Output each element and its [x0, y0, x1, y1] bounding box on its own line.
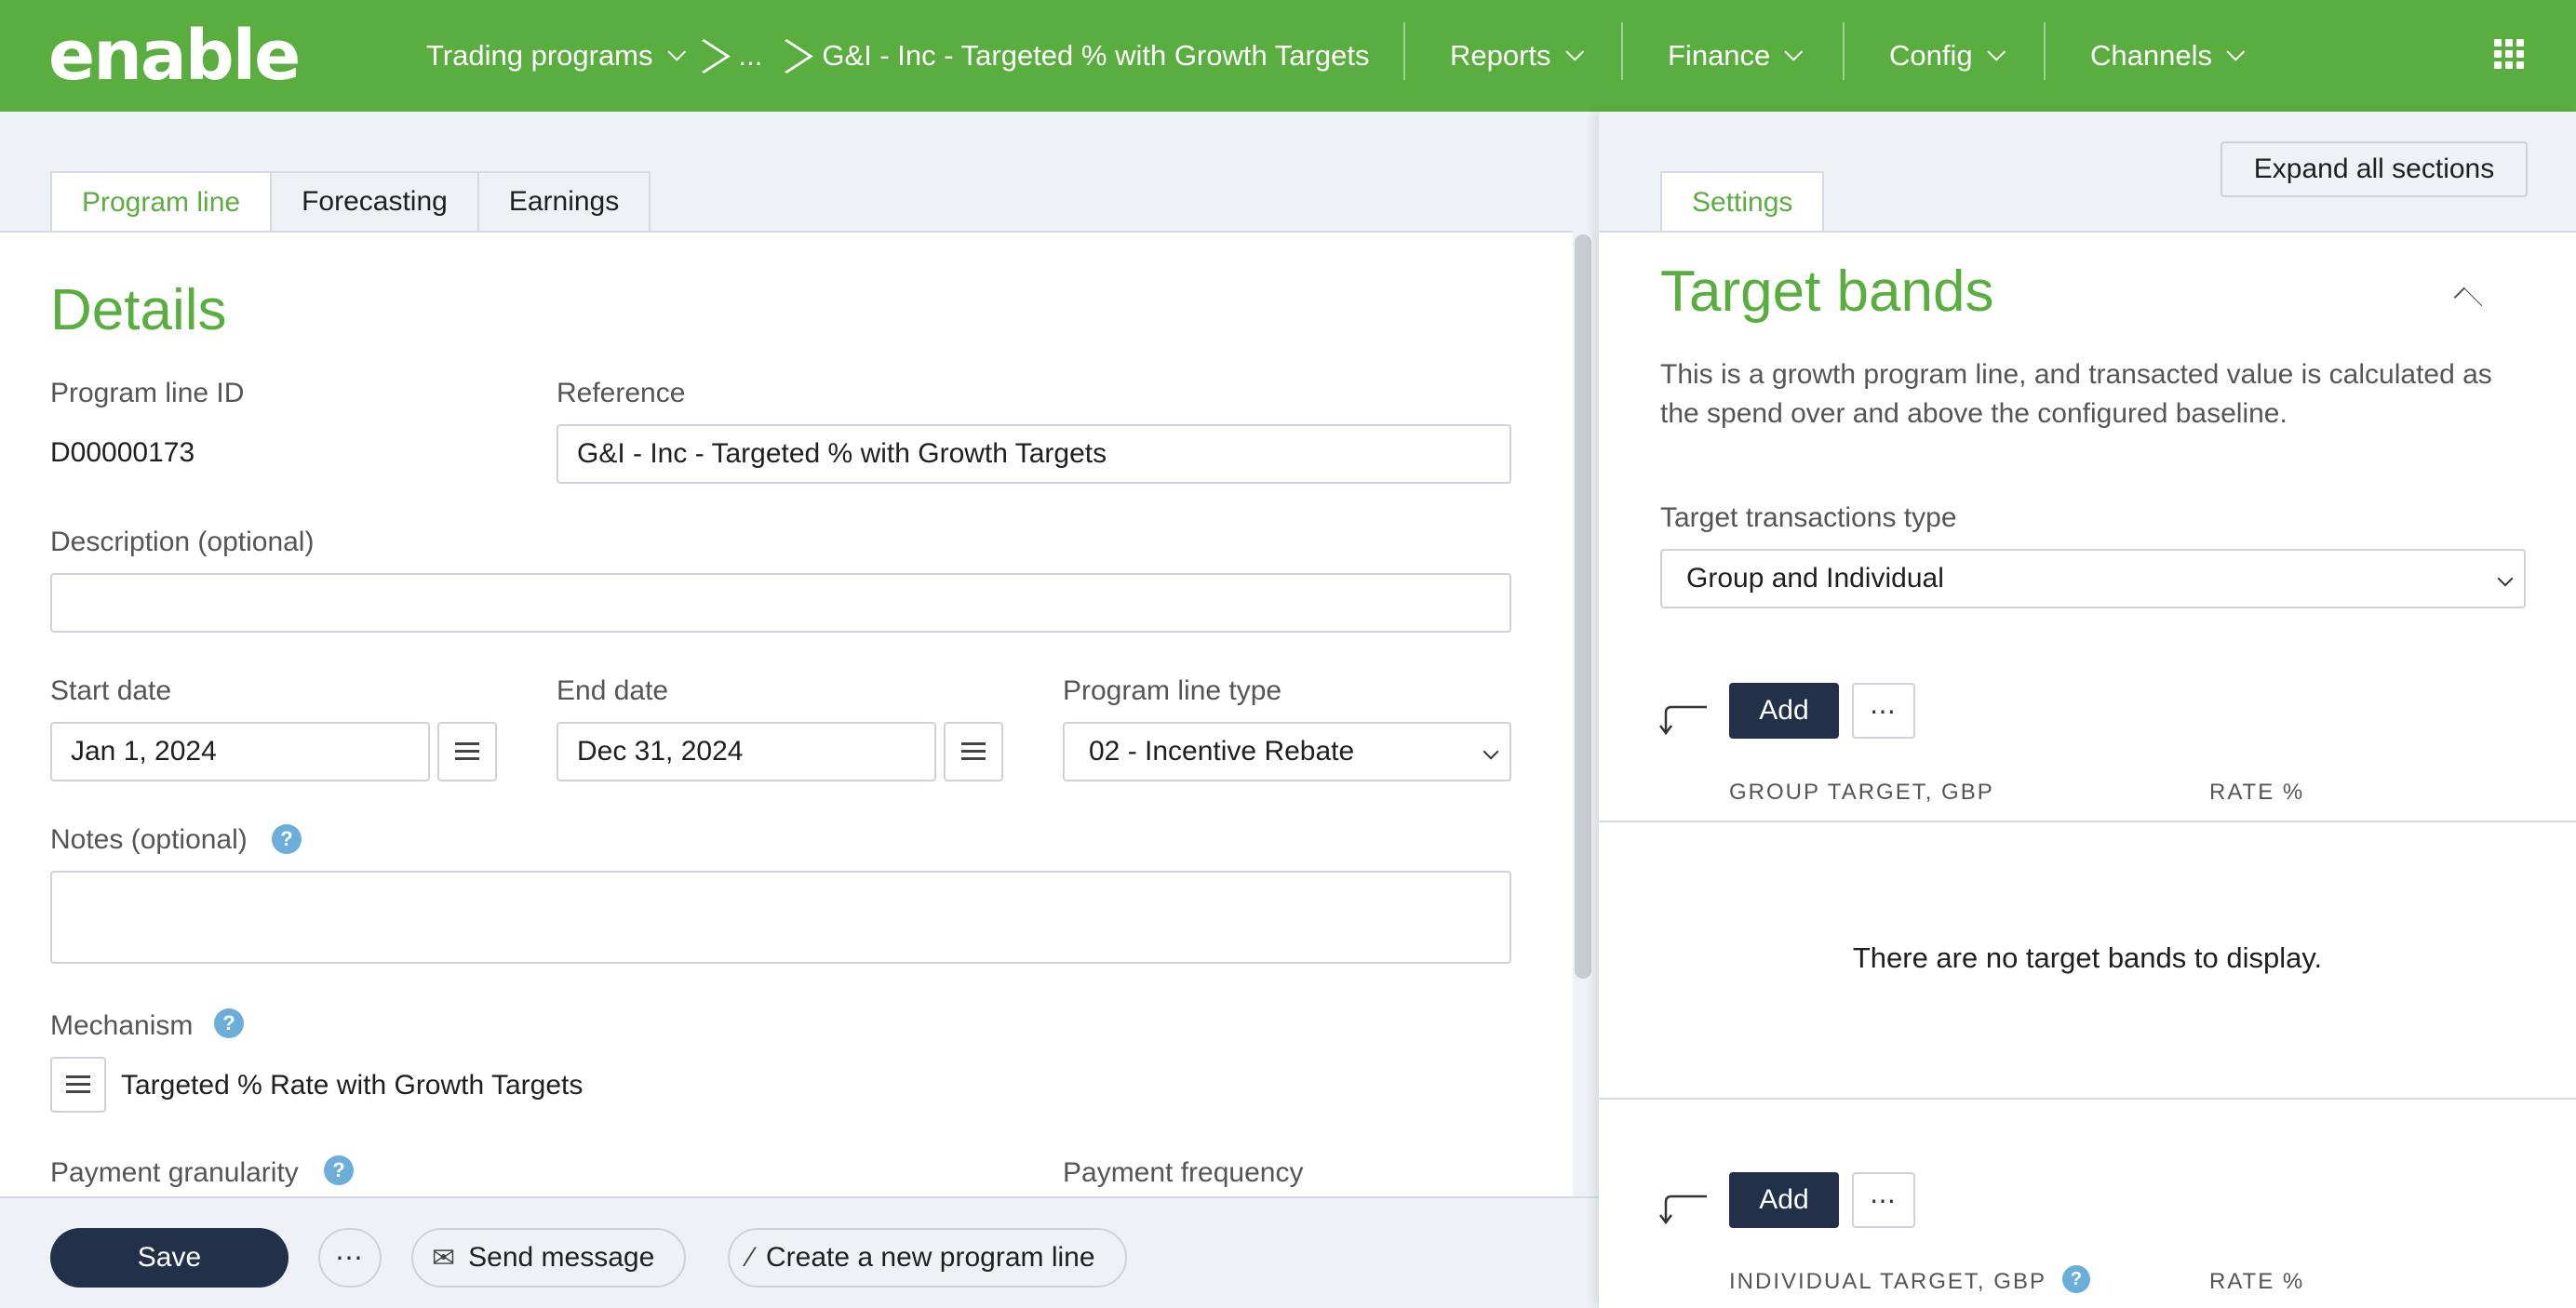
chevron-down-icon: [1564, 42, 1584, 61]
collapse-section-icon[interactable]: [2453, 287, 2483, 316]
rate-column-header: RATE %: [2209, 1269, 2305, 1294]
settings-pane: Expand all sections Settings Target band…: [1599, 112, 2576, 1308]
nav-finance[interactable]: Finance: [1668, 0, 1804, 112]
start-date-picker-button[interactable]: [437, 722, 497, 781]
chevron-down-icon: [1784, 42, 1804, 61]
nav-channels[interactable]: Channels: [2090, 0, 2246, 112]
program-line-id-value: D00000173: [50, 437, 195, 468]
details-title: Details: [50, 278, 227, 342]
nav-config[interactable]: Config: [1889, 0, 2006, 112]
settings-header: Expand all sections Settings: [1599, 112, 2576, 233]
end-date-label: End date: [557, 675, 669, 706]
scrollbar[interactable]: [1575, 234, 1591, 979]
target-bands-description: This is a growth program line, and trans…: [1660, 359, 2492, 429]
details-panel: Details Program line ID D00000173 Refere…: [0, 231, 1573, 1198]
end-date-input[interactable]: Dec 31, 2024: [557, 722, 936, 781]
notes-help-icon[interactable]: ?: [272, 824, 302, 854]
chevron-down-icon: [2226, 42, 2246, 61]
tab-settings[interactable]: Settings: [1660, 171, 1825, 233]
breadcrumb-separator-icon: [779, 28, 805, 84]
calendar-menu-icon: [455, 742, 479, 761]
divider: [1599, 231, 2576, 233]
envelope-icon: ✉: [432, 1242, 456, 1274]
enable-logo[interactable]: enable: [48, 16, 301, 96]
action-footer: Save ⋯ ✉ Send message ⁄ Create a new pro…: [0, 1196, 1599, 1308]
payment-granularity-label: Payment granularity: [50, 1157, 299, 1188]
group-target-column-header: GROUP TARGET, GBP: [1729, 780, 1994, 805]
rate-column-header: RATE %: [2209, 780, 2305, 805]
tab-bar: Program line Forecasting Earnings: [50, 171, 651, 233]
reference-input[interactable]: G&I - Inc - Targeted % with Growth Targe…: [557, 424, 1511, 484]
description-input[interactable]: [50, 573, 1511, 633]
indent-arrow-icon: [1659, 705, 1707, 736]
create-program-line-button[interactable]: ⁄ Create a new program line: [728, 1228, 1127, 1288]
indent-arrow-icon: [1659, 1195, 1707, 1225]
table-header-divider: [1599, 821, 2576, 822]
save-button[interactable]: Save: [50, 1228, 288, 1288]
payment-frequency-label: Payment frequency: [1063, 1157, 1304, 1188]
target-transactions-type-select[interactable]: Group and Individual: [1660, 549, 2526, 608]
chevron-down-icon: [1483, 743, 1499, 760]
program-line-type-select[interactable]: 02 - Incentive Rebate: [1063, 722, 1511, 781]
add-group-target-button[interactable]: Add: [1729, 683, 1839, 739]
menu-icon: [66, 1075, 90, 1094]
individual-target-help-icon[interactable]: ?: [2062, 1265, 2090, 1293]
start-date-input[interactable]: Jan 1, 2024: [50, 722, 430, 781]
notes-label: Notes (optional): [50, 824, 248, 855]
program-line-id-label: Program line ID: [50, 378, 245, 408]
individual-target-column-header: INDIVIDUAL TARGET, GBP: [1729, 1269, 2046, 1294]
group-target-more-button[interactable]: ⋯: [1852, 683, 1915, 739]
nav-divider: [1621, 22, 1623, 80]
tab-program-line[interactable]: Program line: [50, 171, 273, 233]
mechanism-value: Targeted % Rate with Growth Targets: [121, 1070, 584, 1101]
mechanism-help-icon[interactable]: ?: [214, 1008, 244, 1038]
start-date-label: Start date: [50, 675, 172, 706]
program-line-type-value: 02 - Incentive Rebate: [1089, 736, 1355, 767]
reference-label: Reference: [557, 378, 686, 408]
nav-divider: [1403, 22, 1405, 80]
description-label: Description (optional): [50, 527, 315, 557]
nav-divider: [1843, 22, 1845, 80]
target-transactions-type-label: Target transactions type: [1660, 502, 1957, 533]
notes-textarea[interactable]: [50, 871, 1511, 964]
send-message-button[interactable]: ✉ Send message: [411, 1228, 687, 1288]
empty-target-bands-message: There are no target bands to display.: [1852, 941, 2323, 974]
program-line-pane: Program line Forecasting Earnings Detail…: [0, 112, 1599, 1308]
breadcrumb-separator-icon: [696, 28, 722, 84]
target-transactions-type-value: Group and Individual: [1686, 563, 1944, 594]
chevron-down-icon: [1986, 42, 2006, 61]
magic-wand-icon: ⁄: [748, 1242, 754, 1273]
payment-granularity-help-icon[interactable]: ?: [324, 1155, 354, 1185]
section-divider: [1599, 1098, 2576, 1100]
tab-forecasting[interactable]: Forecasting: [270, 171, 479, 231]
target-bands-title: Target bands: [1660, 260, 1994, 324]
breadcrumb: Trading programs ... G&I - Inc - Targete…: [426, 0, 1369, 112]
program-line-type-label: Program line type: [1063, 675, 1282, 706]
apps-grid-icon[interactable]: [2494, 39, 2524, 69]
nav-reports[interactable]: Reports: [1450, 0, 1584, 112]
expand-all-sections-button[interactable]: Expand all sections: [2220, 141, 2528, 197]
end-date-picker-button[interactable]: [944, 722, 1003, 781]
individual-target-more-button[interactable]: ⋯: [1852, 1172, 1915, 1228]
mechanism-select-button[interactable]: [50, 1057, 106, 1113]
breadcrumb-current: G&I - Inc - Targeted % with Growth Targe…: [822, 39, 1370, 72]
top-nav-bar: enable Trading programs ... G&I - Inc - …: [0, 0, 2576, 112]
tab-earnings[interactable]: Earnings: [476, 171, 651, 231]
calendar-menu-icon: [961, 742, 986, 761]
mechanism-label: Mechanism: [50, 1010, 194, 1041]
add-individual-target-button[interactable]: Add: [1729, 1172, 1839, 1228]
logo-text: enable: [48, 16, 301, 96]
more-actions-button[interactable]: ⋯: [318, 1228, 382, 1288]
breadcrumb-trading-programs[interactable]: Trading programs: [426, 39, 686, 73]
nav-divider: [2044, 22, 2046, 80]
chevron-down-icon: [2497, 570, 2514, 587]
